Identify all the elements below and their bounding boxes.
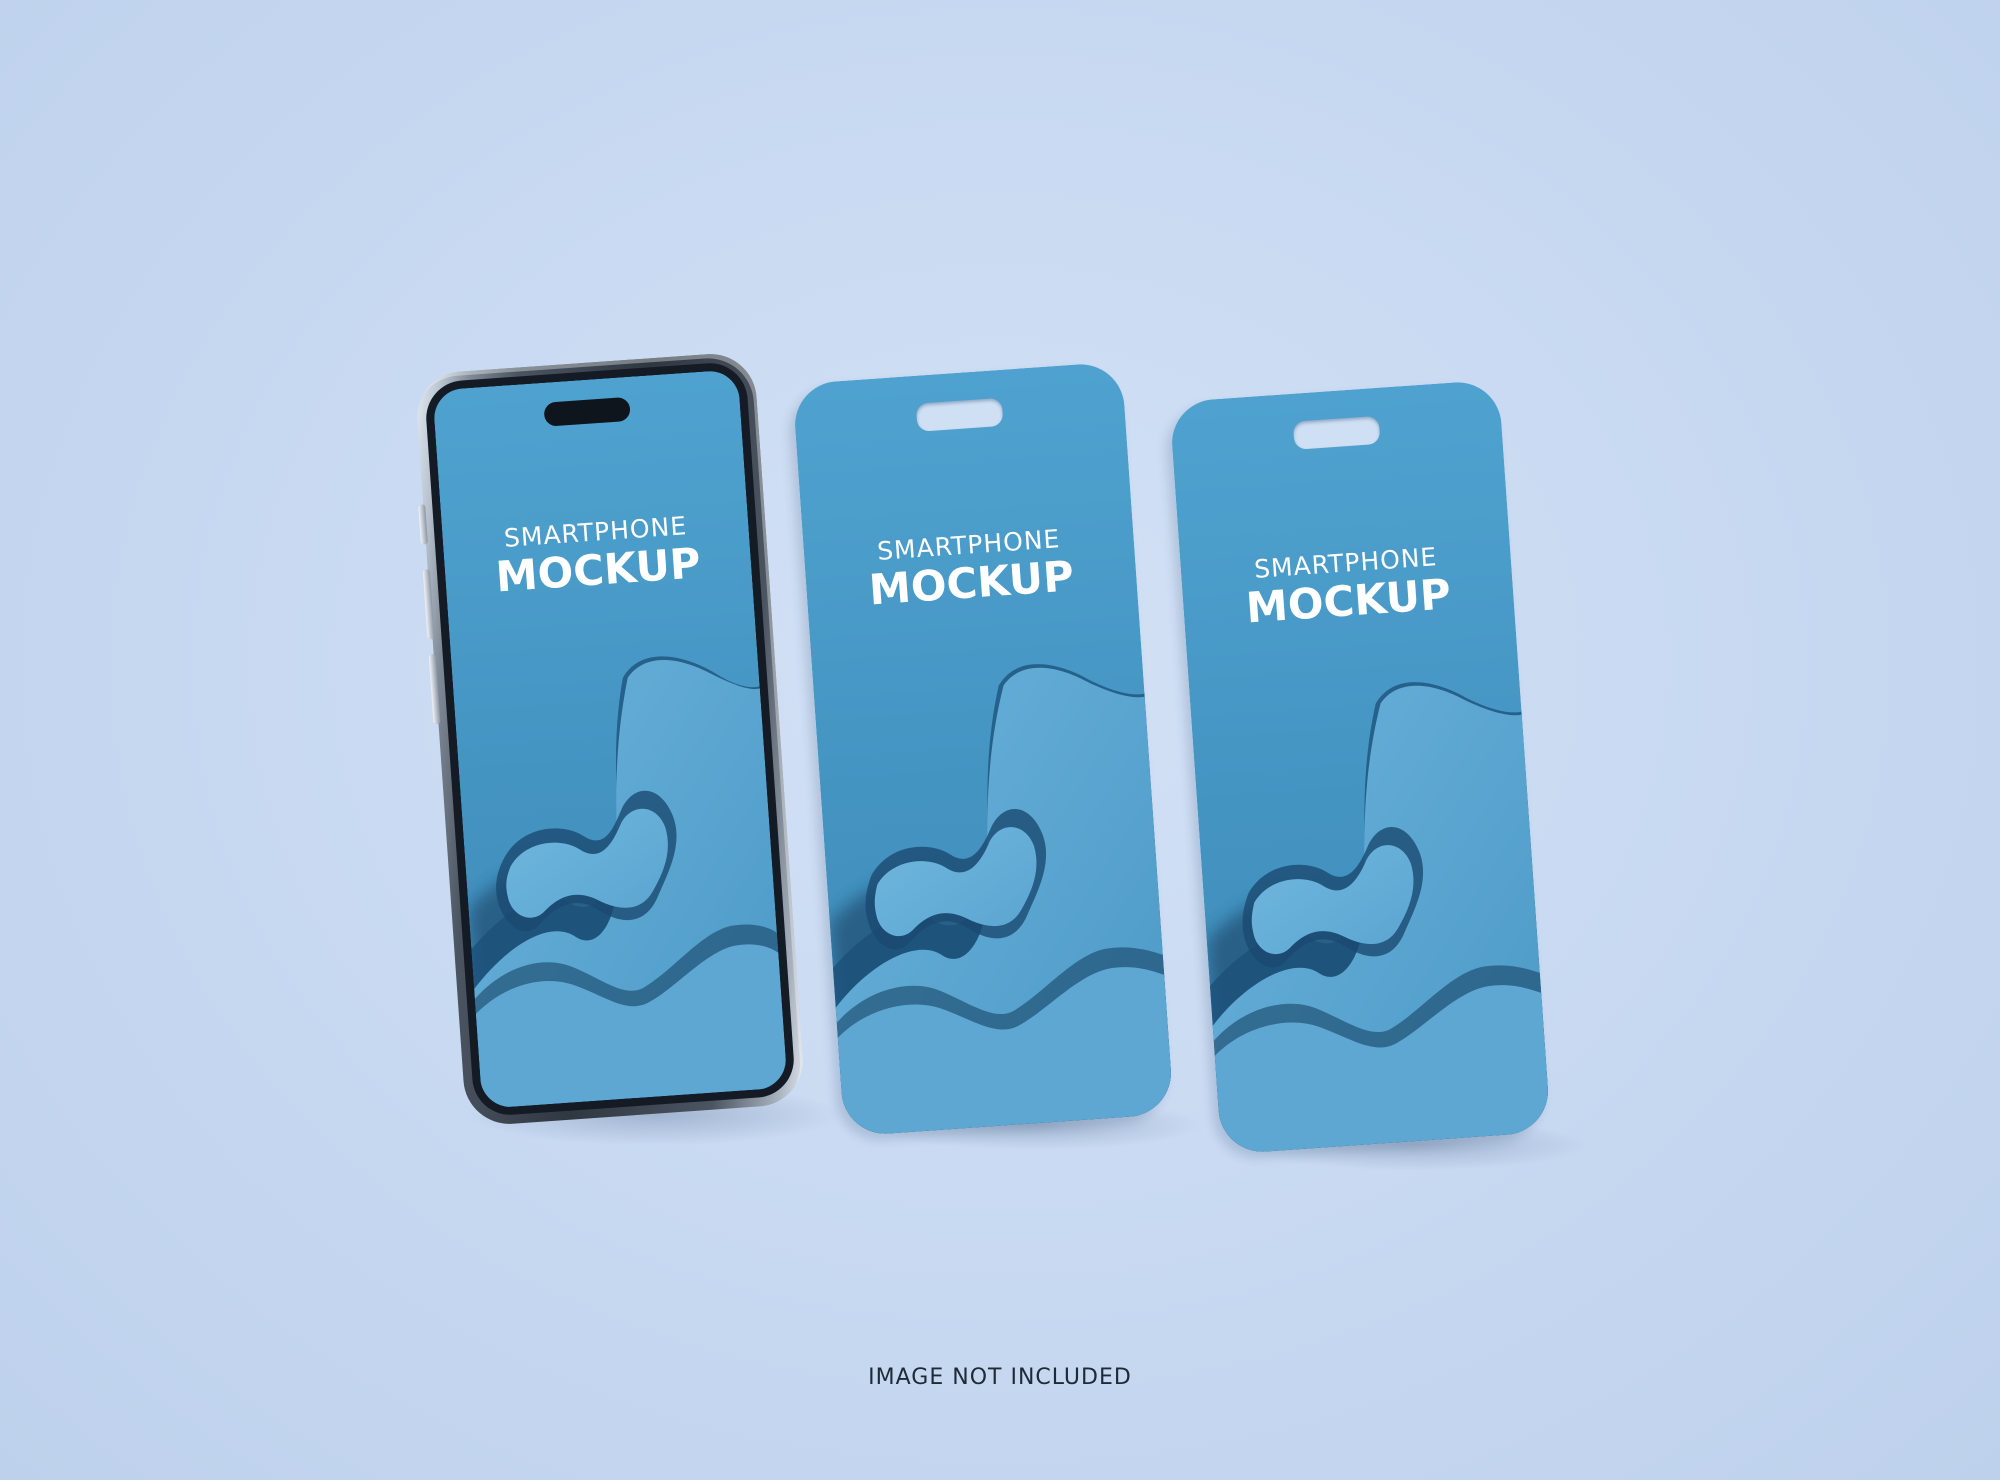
case-artwork — [1169, 379, 1551, 1155]
phone-case-device: SMARTPHONE MOCKUP — [1169, 379, 1551, 1155]
camera-cutout — [1292, 415, 1381, 450]
phone-case-device: SMARTPHONE MOCKUP — [792, 361, 1174, 1137]
camera-cutout — [915, 397, 1004, 432]
phone-screen: SMARTPHONE MOCKUP — [432, 369, 788, 1109]
caption-text: IMAGE NOT INCLUDED — [868, 1365, 1132, 1390]
mockup-scene: SMARTPHONE MOCKUP SMARTPHONE MOCKUP SMAR… — [0, 0, 2000, 1480]
smartphone-device: SMARTPHONE MOCKUP — [414, 351, 806, 1127]
case-artwork — [792, 361, 1174, 1137]
screen-artwork — [432, 369, 788, 1109]
